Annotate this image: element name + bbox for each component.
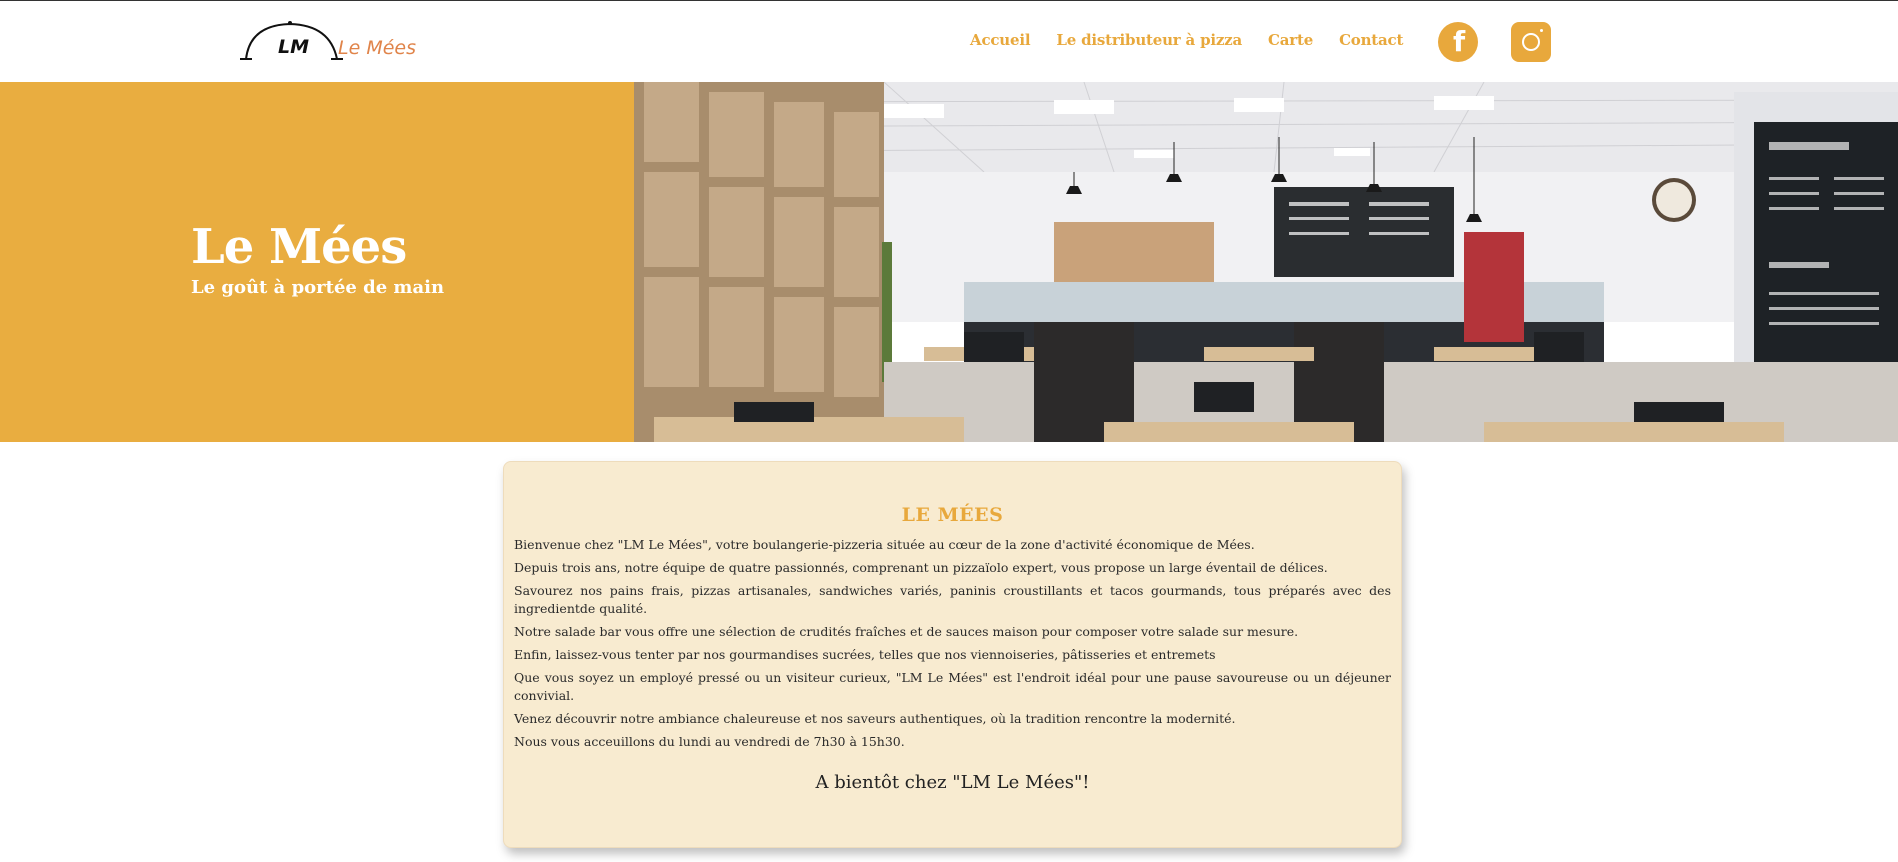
hero-subtitle: Le goût à portée de main [191,277,445,298]
card-title: LE MÉES [901,504,1004,526]
instagram-icon[interactable] [1511,22,1551,62]
hero-photo [634,82,1898,442]
hero-title: Le Mées [191,219,407,275]
nav-item-contact[interactable]: Contact [1339,31,1403,49]
nav-item-carte[interactable]: Carte [1268,31,1313,49]
about-card: LE MÉES Bienvenue chez "LM Le Mées", vot… [503,461,1402,848]
site-header: LM Le Mées Accueil Le distributeur à piz… [0,0,1898,82]
card-paragraph: Depuis trois ans, notre équipe de quatre… [514,560,1328,575]
card-closing: A bientôt chez "LM Le Mées"! [815,772,1090,793]
logo-mark: LM [278,36,310,58]
card-paragraph: Enfin, laissez-vous tenter par nos gourm… [514,647,1216,662]
card-paragraph: Bienvenue chez "LM Le Mées", votre boula… [514,537,1255,552]
card-body: Bienvenue chez "LM Le Mées", votre boula… [514,536,1391,756]
card-paragraph: Savourez nos pains frais, pizzas artisan… [514,583,1391,616]
logo[interactable]: LM Le Mées [240,21,420,65]
nav-item-distributeur[interactable]: Le distributeur à pizza [1056,31,1242,49]
logo-name: Le Mées [338,37,416,59]
nav-item-accueil[interactable]: Accueil [970,31,1031,49]
main-nav: Accueil Le distributeur à pizza Carte Co… [970,31,1429,49]
hero-panel: Le Mées Le goût à portée de main [0,82,634,442]
card-paragraph: Venez découvrir notre ambiance chaleureu… [514,711,1236,726]
card-paragraph: Nous vous acceuillons du lundi au vendre… [514,734,905,749]
card-paragraph: Notre salade bar vous offre une sélectio… [514,624,1299,639]
facebook-icon[interactable]: f [1438,22,1478,62]
card-paragraph: Que vous soyez un employé pressé ou un v… [514,670,1391,703]
